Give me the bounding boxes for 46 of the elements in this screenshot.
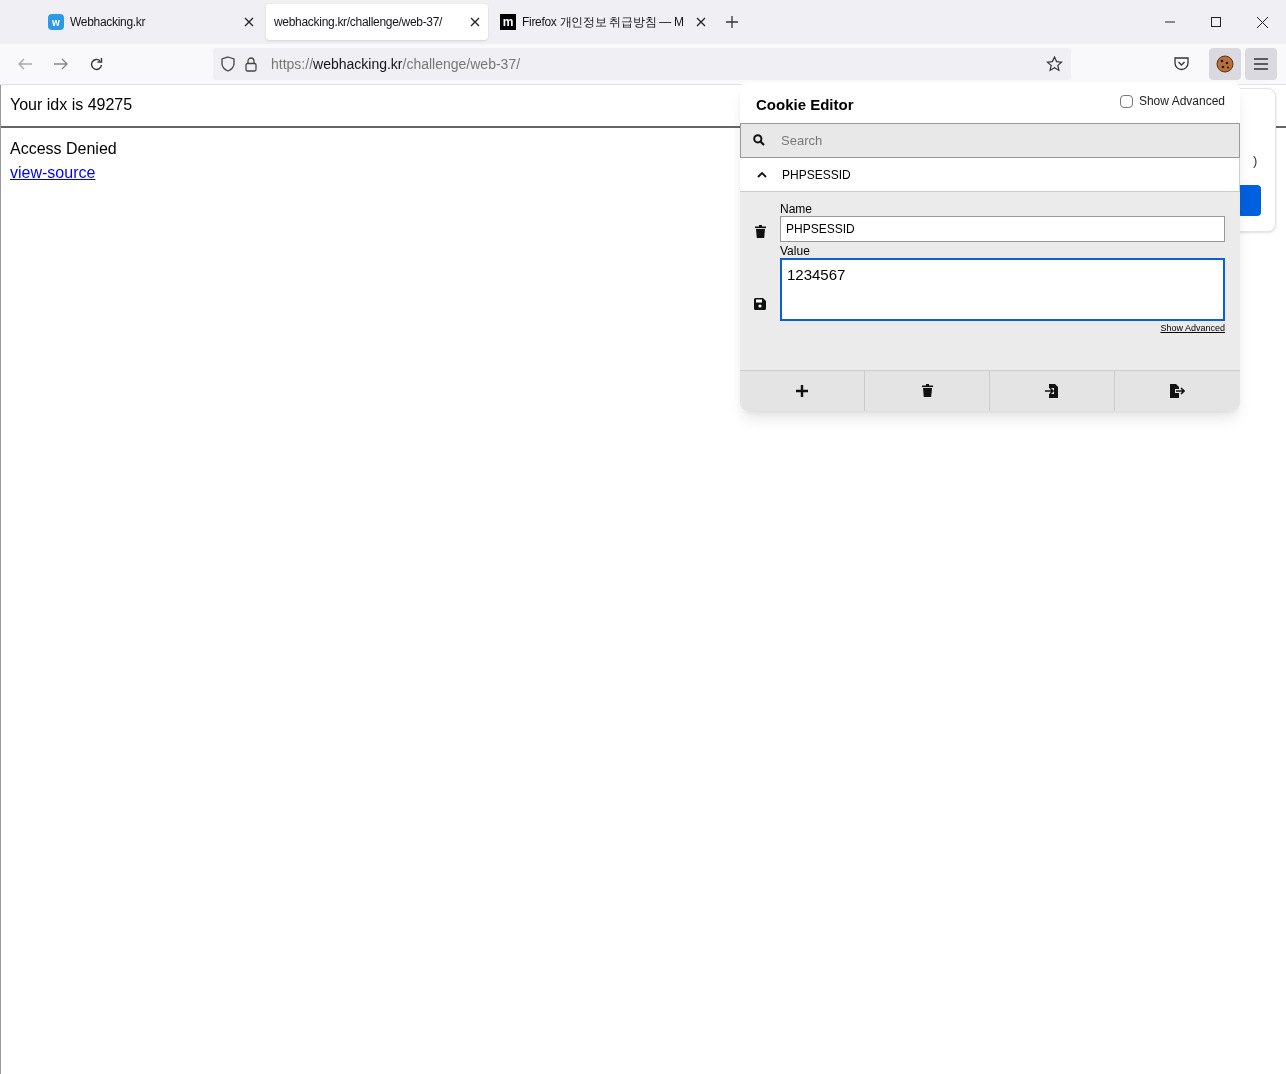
close-icon[interactable] [470, 17, 480, 27]
new-tab-icon[interactable] [726, 16, 738, 28]
url-text: https://webhacking.kr/challenge/web-37/ [271, 54, 521, 74]
delete-icon[interactable] [754, 225, 766, 238]
tab-title: webhacking.kr/challenge/web-37/ [274, 14, 444, 31]
tab-title: Webhacking.kr [70, 14, 147, 31]
shield-icon[interactable] [221, 56, 235, 72]
browser-tab[interactable]: webhacking.kr/challenge/web-37/ [266, 4, 488, 40]
address-bar[interactable]: https://webhacking.kr/challenge/web-37/ [213, 48, 1071, 80]
close-icon[interactable] [1257, 16, 1268, 28]
menu-button[interactable] [1245, 48, 1277, 80]
show-advanced-link[interactable]: Show Advanced [1160, 322, 1225, 336]
caret-icon [757, 171, 767, 178]
status-text: Access Denied [10, 139, 117, 159]
panel-title: Cookie Editor [756, 95, 854, 115]
site-favicon: m [500, 14, 516, 30]
show-advanced-checkbox[interactable]: Show Advanced [1119, 92, 1225, 110]
close-icon[interactable] [696, 17, 706, 27]
field-label: Name [780, 202, 813, 216]
browser-tab[interactable]: w Webhacking.kr [40, 4, 262, 40]
pocket-icon[interactable] [1174, 57, 1189, 71]
file-export-icon [1170, 383, 1185, 398]
close-icon[interactable] [244, 17, 254, 27]
name-field[interactable]: PHPSESSID [780, 216, 1225, 242]
cookie-icon [1216, 55, 1234, 73]
value-field[interactable]: 1234567 [780, 258, 1225, 321]
cookie-extension-button[interactable] [1209, 48, 1241, 80]
forward-icon[interactable] [53, 57, 69, 71]
lock-icon[interactable] [245, 56, 257, 72]
site-favicon: w [48, 14, 64, 30]
tab-title: Firefox 개인정보 취급방침 — M [522, 14, 685, 31]
browser-tab[interactable]: m Firefox 개인정보 취급방침 — M [492, 4, 714, 40]
view-source-link[interactable]: view-source [10, 164, 96, 181]
menu-icon [1254, 58, 1268, 70]
panel-text: ) [1253, 152, 1258, 170]
trash-icon [921, 384, 933, 397]
reload-icon[interactable] [89, 56, 104, 72]
field-label: Value [780, 244, 811, 258]
search-field[interactable]: Search [740, 123, 1240, 158]
plus-icon [796, 384, 808, 397]
search-icon [753, 134, 765, 146]
maximize-icon[interactable] [1211, 17, 1221, 27]
save-icon[interactable] [754, 298, 766, 310]
bookmark-star-icon[interactable] [1046, 56, 1063, 72]
idx-text: Your idx is 49275 [10, 95, 133, 115]
file-import-icon [1044, 383, 1060, 398]
